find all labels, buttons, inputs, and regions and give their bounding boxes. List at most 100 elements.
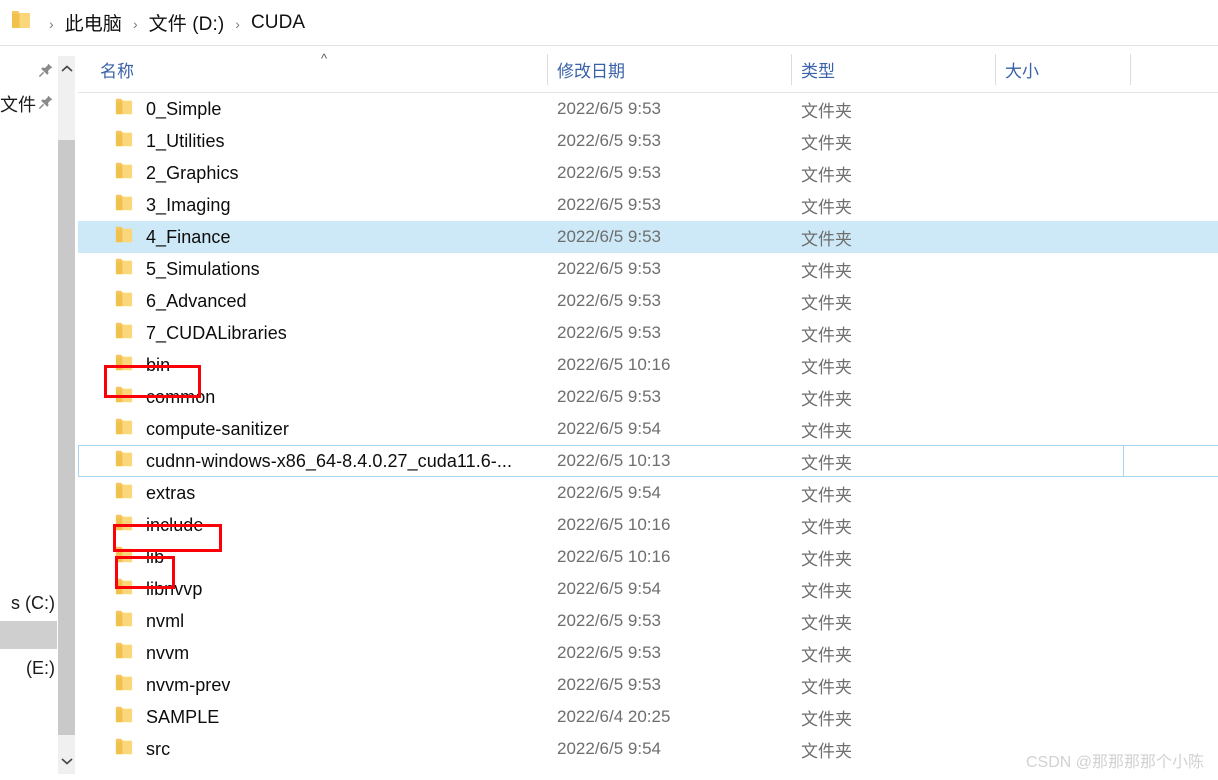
column-divider-1[interactable] bbox=[547, 54, 548, 85]
folder-icon bbox=[114, 514, 134, 537]
file-name-label: 7_CUDALibraries bbox=[146, 322, 287, 343]
nav-item-drive-c[interactable]: s (C:) bbox=[0, 589, 57, 617]
column-header-type[interactable]: 类型 bbox=[801, 46, 835, 92]
table-row[interactable]: 7_CUDALibraries 2022/6/5 9:53 文件夹 bbox=[78, 317, 1218, 349]
nav-item-1[interactable]: 文件 bbox=[0, 90, 57, 118]
file-date-cell: 2022/6/5 9:53 bbox=[557, 675, 661, 694]
navigation-pane[interactable]: 文件 s (C:) (E:) bbox=[0, 46, 57, 780]
breadcrumb-item-1[interactable]: 文件 (D:) bbox=[147, 8, 227, 37]
folder-icon bbox=[114, 674, 134, 697]
table-row[interactable]: nvvm-prev 2022/6/5 9:53 文件夹 bbox=[78, 669, 1218, 701]
breadcrumb-item-2[interactable]: CUDA bbox=[249, 11, 307, 35]
file-name-cell[interactable]: common bbox=[78, 386, 543, 409]
file-name-cell[interactable]: libnvvp bbox=[78, 578, 543, 601]
folder-icon bbox=[114, 450, 134, 473]
nav-item-selected[interactable] bbox=[0, 621, 57, 649]
folder-icon bbox=[114, 130, 134, 153]
table-row[interactable]: include 2022/6/5 10:16 文件夹 bbox=[78, 509, 1218, 541]
file-name-cell[interactable]: 4_Finance bbox=[78, 226, 543, 249]
file-name-cell[interactable]: src bbox=[78, 738, 543, 761]
column-divider-3[interactable] bbox=[995, 54, 996, 85]
column-header-name[interactable]: 名称 bbox=[100, 46, 134, 92]
file-name-label: extras bbox=[146, 482, 196, 503]
file-name-cell[interactable]: 6_Advanced bbox=[78, 290, 543, 313]
breadcrumb-separator-1[interactable]: › bbox=[133, 17, 138, 31]
file-name-cell[interactable]: SAMPLE bbox=[78, 706, 543, 729]
table-row[interactable]: 1_Utilities 2022/6/5 9:53 文件夹 bbox=[78, 125, 1218, 157]
file-name-cell[interactable]: 1_Utilities bbox=[78, 130, 543, 153]
file-name-label: 0_Simple bbox=[146, 98, 222, 119]
folder-icon bbox=[114, 738, 134, 761]
file-date-cell: 2022/6/5 9:53 bbox=[557, 387, 661, 406]
table-row[interactable]: common 2022/6/5 9:53 文件夹 bbox=[78, 381, 1218, 413]
folder-icon bbox=[114, 610, 134, 633]
pin-icon[interactable] bbox=[38, 62, 54, 83]
file-type-cell: 文件夹 bbox=[801, 293, 852, 313]
address-bar[interactable]: › 此电脑 › 文件 (D:) › CUDA bbox=[0, 0, 1218, 46]
column-header-name-label: 名称 bbox=[100, 61, 134, 81]
table-row[interactable]: bin 2022/6/5 10:16 文件夹 bbox=[78, 349, 1218, 381]
folder-icon bbox=[114, 226, 134, 249]
file-date-cell: 2022/6/4 20:25 bbox=[557, 707, 671, 726]
sort-ascending-caret-icon: ^ bbox=[321, 51, 328, 66]
file-name-cell[interactable]: nvml bbox=[78, 610, 543, 633]
table-row[interactable]: 3_Imaging 2022/6/5 9:53 文件夹 bbox=[78, 189, 1218, 221]
table-row[interactable]: nvml 2022/6/5 9:53 文件夹 bbox=[78, 605, 1218, 637]
column-divider-4[interactable] bbox=[1130, 54, 1131, 85]
table-row[interactable]: lib 2022/6/5 10:16 文件夹 bbox=[78, 541, 1218, 573]
scrollbar-thumb[interactable] bbox=[58, 140, 75, 735]
file-name-cell[interactable]: bin bbox=[78, 354, 543, 377]
file-type-cell: 文件夹 bbox=[801, 549, 852, 569]
column-header-date[interactable]: 修改日期 bbox=[557, 46, 625, 92]
file-name-cell[interactable]: lib bbox=[78, 546, 543, 569]
file-name-cell[interactable]: 0_Simple bbox=[78, 98, 543, 121]
table-row[interactable]: 0_Simple 2022/6/5 9:53 文件夹 bbox=[78, 93, 1218, 125]
table-row[interactable]: cudnn-windows-x86_64-8.4.0.27_cuda11.6-.… bbox=[78, 445, 1218, 477]
file-date-cell: 2022/6/5 9:53 bbox=[557, 99, 661, 118]
scrollbar-down-button[interactable] bbox=[58, 748, 75, 774]
folder-icon bbox=[114, 354, 134, 377]
table-row[interactable]: compute-sanitizer 2022/6/5 9:54 文件夹 bbox=[78, 413, 1218, 445]
file-name-cell[interactable]: compute-sanitizer bbox=[78, 418, 543, 441]
column-header-size[interactable]: 大小 bbox=[1005, 46, 1039, 92]
file-name-cell[interactable]: include bbox=[78, 514, 543, 537]
pin-icon[interactable] bbox=[38, 94, 54, 115]
breadcrumb-separator-2[interactable]: › bbox=[235, 17, 240, 31]
file-type-cell: 文件夹 bbox=[801, 357, 852, 377]
table-row[interactable]: nvvm 2022/6/5 9:53 文件夹 bbox=[78, 637, 1218, 669]
file-list-pane[interactable]: 名称 ^ 修改日期 类型 大小 0_Simple 2022/6/5 9:53 文件夹… bbox=[78, 46, 1218, 780]
folder-icon bbox=[114, 322, 134, 345]
file-type-cell: 文件夹 bbox=[801, 485, 852, 505]
file-name-cell[interactable]: 7_CUDALibraries bbox=[78, 322, 543, 345]
vertical-scrollbar[interactable] bbox=[57, 56, 75, 774]
folder-icon bbox=[114, 194, 134, 217]
table-row[interactable]: SAMPLE 2022/6/4 20:25 文件夹 bbox=[78, 701, 1218, 733]
file-name-cell[interactable]: 5_Simulations bbox=[78, 258, 543, 281]
scrollbar-up-button[interactable] bbox=[58, 56, 75, 82]
nav-item-drive-e[interactable]: (E:) bbox=[0, 654, 57, 682]
file-name-cell[interactable]: cudnn-windows-x86_64-8.4.0.27_cuda11.6-.… bbox=[78, 450, 543, 473]
column-divider-2[interactable] bbox=[791, 54, 792, 85]
nav-item-label-2: s (C:) bbox=[11, 592, 55, 613]
file-name-cell[interactable]: nvvm bbox=[78, 642, 543, 665]
file-name-cell[interactable]: 3_Imaging bbox=[78, 194, 543, 217]
breadcrumb-item-0[interactable]: 此电脑 bbox=[63, 8, 124, 37]
file-date-cell: 2022/6/5 10:16 bbox=[557, 355, 671, 374]
table-row[interactable]: 2_Graphics 2022/6/5 9:53 文件夹 bbox=[78, 157, 1218, 189]
file-rows-container: 0_Simple 2022/6/5 9:53 文件夹 1_Utilities 2022/… bbox=[78, 93, 1218, 765]
file-name-label: 1_Utilities bbox=[146, 130, 225, 151]
table-row[interactable]: extras 2022/6/5 9:54 文件夹 bbox=[78, 477, 1218, 509]
folder-icon bbox=[114, 162, 134, 185]
file-name-cell[interactable]: nvvm-prev bbox=[78, 674, 543, 697]
file-type-cell: 文件夹 bbox=[801, 101, 852, 121]
nav-item-0[interactable] bbox=[0, 58, 57, 86]
table-row[interactable]: 5_Simulations 2022/6/5 9:53 文件夹 bbox=[78, 253, 1218, 285]
table-row[interactable]: 4_Finance 2022/6/5 9:53 文件夹 bbox=[78, 221, 1218, 253]
breadcrumb-separator-0[interactable]: › bbox=[49, 17, 54, 31]
table-row[interactable]: libnvvp 2022/6/5 9:54 文件夹 bbox=[78, 573, 1218, 605]
table-row[interactable]: 6_Advanced 2022/6/5 9:53 文件夹 bbox=[78, 285, 1218, 317]
file-name-label: common bbox=[146, 386, 216, 407]
file-name-cell[interactable]: 2_Graphics bbox=[78, 162, 543, 185]
file-name-cell[interactable]: extras bbox=[78, 482, 543, 505]
file-type-cell: 文件夹 bbox=[801, 677, 852, 697]
